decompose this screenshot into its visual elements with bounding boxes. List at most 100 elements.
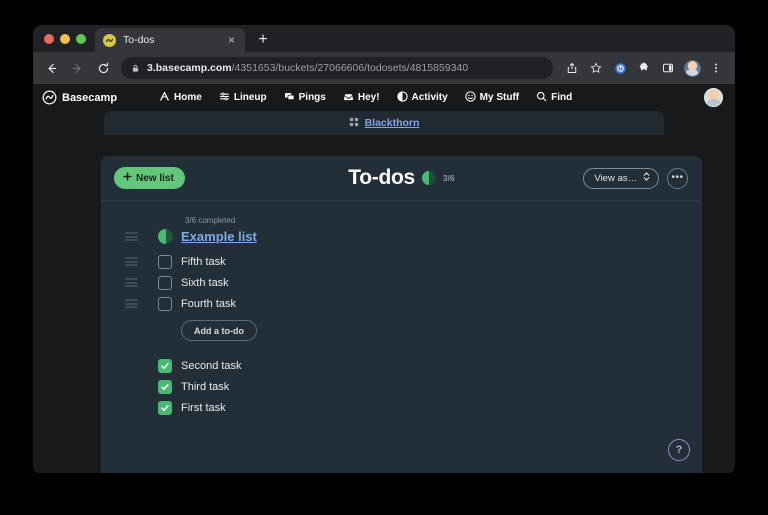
close-tab-icon[interactable]: ×	[224, 33, 239, 48]
reload-button[interactable]	[91, 56, 115, 80]
browser-tab[interactable]: To-dos ×	[95, 28, 245, 52]
table-row[interactable]: Third task	[158, 376, 702, 397]
home-icon	[159, 91, 170, 105]
maximize-window-button[interactable]	[76, 34, 86, 44]
todos-panel: New list To-dos 3/6 View as… •••	[101, 156, 702, 473]
drag-handle[interactable]	[125, 278, 138, 287]
pings-icon	[284, 91, 295, 105]
address-bar-text: 3.basecamp.com/4351653/buckets/27066606/…	[147, 62, 468, 74]
grid-icon	[349, 114, 359, 132]
basecamp-nav-bar: Basecamp Home Lineup Pings Hey!	[33, 84, 735, 111]
task-checkbox[interactable]	[158, 359, 172, 373]
hey-icon	[343, 91, 354, 105]
table-row[interactable]: Second task	[158, 355, 702, 376]
task-label: Third task	[181, 381, 229, 393]
avatar[interactable]	[704, 88, 723, 107]
check-icon	[160, 361, 170, 371]
todo-list-block: 3/6 completed Example list Fifth task	[101, 216, 702, 418]
nav-item-my-stuff[interactable]: My Stuff	[465, 91, 519, 105]
task-label: First task	[181, 402, 226, 414]
forward-button[interactable]	[65, 56, 89, 80]
bookmark-star-icon[interactable]	[585, 57, 607, 79]
basecamp-favicon-icon	[103, 34, 116, 47]
task-checkbox[interactable]	[158, 380, 172, 394]
nav-item-label: Find	[551, 92, 572, 103]
task-label: Fifth task	[181, 256, 226, 268]
tab-title: To-dos	[123, 34, 217, 46]
task-checkbox[interactable]	[158, 401, 172, 415]
profile-avatar[interactable]	[681, 57, 703, 79]
nav-item-find[interactable]: Find	[536, 91, 572, 105]
table-row[interactable]: First task	[158, 397, 702, 418]
url-path: /4351653/buckets/27066606/todosets/48158…	[232, 62, 468, 74]
todo-list-name-link[interactable]: Example list	[181, 229, 257, 244]
plus-icon	[123, 172, 132, 184]
close-window-button[interactable]	[44, 34, 54, 44]
page-title: To-dos	[348, 166, 415, 190]
search-icon	[536, 91, 547, 105]
nav-item-label: Pings	[299, 92, 326, 103]
new-tab-button[interactable]: +	[251, 28, 275, 52]
new-list-button[interactable]: New list	[114, 167, 185, 189]
nav-item-activity[interactable]: Activity	[397, 91, 448, 105]
nav-item-pings[interactable]: Pings	[284, 91, 326, 105]
more-options-button[interactable]: •••	[667, 168, 688, 189]
chrome-menu-icon[interactable]	[705, 57, 727, 79]
view-as-label: View as…	[594, 173, 637, 184]
view-as-button[interactable]: View as…	[583, 168, 659, 189]
task-label: Fourth task	[181, 298, 236, 310]
table-row[interactable]: Fifth task	[158, 251, 702, 272]
progress-count: 3/6	[443, 173, 455, 183]
nav-item-label: My Stuff	[480, 92, 519, 103]
list-completed-label: 3/6 completed	[185, 216, 702, 225]
table-row[interactable]: Sixth task	[158, 272, 702, 293]
nav-item-hey[interactable]: Hey!	[343, 91, 380, 105]
new-list-button-label: New list	[136, 173, 174, 184]
my-stuff-icon	[465, 91, 476, 105]
nav-item-label: Activity	[412, 92, 448, 103]
table-row[interactable]: Fourth task	[158, 293, 702, 314]
share-icon[interactable]	[561, 57, 583, 79]
address-bar[interactable]: 3.basecamp.com/4351653/buckets/27066606/…	[121, 57, 553, 79]
browser-window: To-dos × + 3.basecamp.com/4351653/bucket…	[33, 25, 735, 473]
task-checkbox[interactable]	[158, 276, 172, 290]
activity-icon	[397, 91, 408, 105]
basecamp-brand-label: Basecamp	[62, 92, 117, 104]
check-icon	[160, 382, 170, 392]
breadcrumb-project-link[interactable]: Blackthorn	[365, 117, 420, 129]
help-button[interactable]: ?	[668, 439, 690, 461]
completed-tasks-group: Second task Third task Fir	[158, 355, 702, 418]
side-panel-icon[interactable]	[657, 57, 679, 79]
todos-body: 3/6 completed Example list Fifth task	[101, 201, 702, 418]
nav-item-home[interactable]: Home	[159, 91, 202, 105]
nav-item-label: Hey!	[358, 92, 380, 103]
basecamp-nav-items: Home Lineup Pings Hey! Activity	[159, 91, 572, 105]
task-checkbox[interactable]	[158, 255, 172, 269]
lineup-icon	[219, 91, 230, 105]
list-progress-dot-icon	[158, 229, 173, 244]
password-manager-icon[interactable]	[609, 57, 631, 79]
browser-toolbar: 3.basecamp.com/4351653/buckets/27066606/…	[33, 52, 735, 84]
basecamp-page: Basecamp Home Lineup Pings Hey!	[33, 84, 735, 473]
add-todo-button[interactable]: Add a to-do	[181, 320, 257, 341]
todo-list-header-row[interactable]: Example list	[158, 226, 702, 247]
task-label: Second task	[181, 360, 242, 372]
extensions-puzzle-icon[interactable]	[633, 57, 655, 79]
back-button[interactable]	[39, 56, 63, 80]
window-traffic-lights	[41, 25, 95, 52]
header-actions: View as… •••	[583, 168, 688, 189]
basecamp-logo-icon	[42, 90, 57, 105]
nav-item-label: Lineup	[234, 92, 267, 103]
check-icon	[160, 403, 170, 413]
task-checkbox[interactable]	[158, 297, 172, 311]
task-label: Sixth task	[181, 277, 229, 289]
basecamp-logo[interactable]: Basecamp	[42, 90, 117, 105]
todos-header: New list To-dos 3/6 View as… •••	[101, 156, 702, 201]
drag-handle[interactable]	[125, 257, 138, 266]
minimize-window-button[interactable]	[60, 34, 70, 44]
open-tasks-group: Fifth task Sixth task Fourth task	[158, 251, 702, 314]
lock-icon	[131, 64, 140, 73]
drag-handle[interactable]	[125, 232, 138, 241]
nav-item-lineup[interactable]: Lineup	[219, 91, 267, 105]
drag-handle[interactable]	[125, 299, 138, 308]
